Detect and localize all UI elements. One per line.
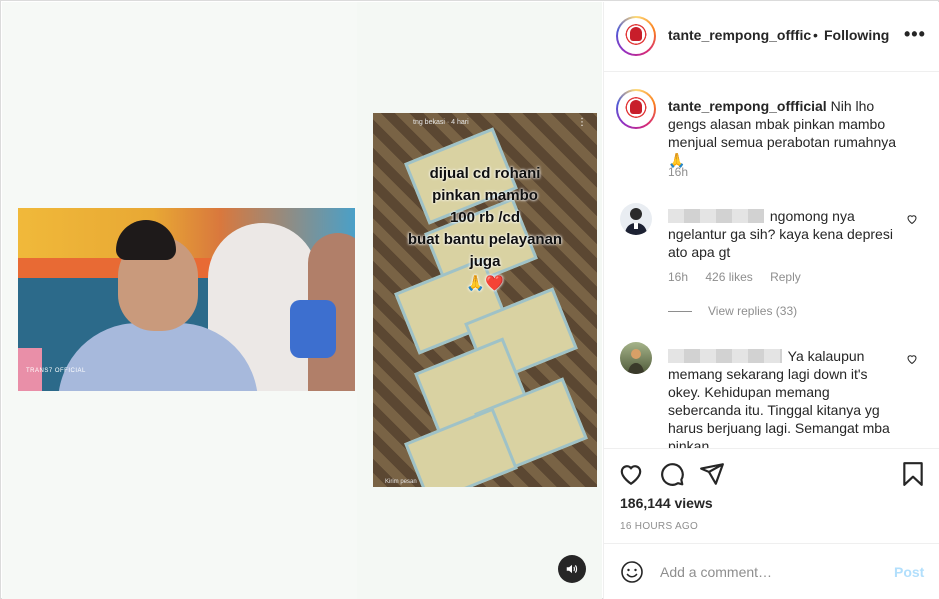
- author-avatar[interactable]: [616, 16, 656, 56]
- brand-logo-icon: [621, 21, 651, 51]
- view-replies-label: View replies (33): [708, 304, 798, 318]
- more-options-icon[interactable]: •••: [904, 24, 926, 45]
- header-separator: •: [813, 27, 818, 43]
- audio-toggle-button[interactable]: [558, 555, 586, 583]
- like-comment-icon[interactable]: [906, 213, 918, 225]
- story-line: juga: [469, 253, 501, 270]
- post-comment-button[interactable]: Post: [894, 564, 924, 580]
- story-menu-icon: ⋮: [577, 117, 587, 128]
- share-paper-plane-icon[interactable]: [699, 461, 725, 487]
- caption-username[interactable]: tante_rempong_offficial: [668, 98, 827, 114]
- blurred-username[interactable]: [668, 209, 764, 223]
- comment-meta: 16h 426 likes Reply: [668, 270, 815, 284]
- comment-reply-button[interactable]: Reply: [770, 270, 801, 284]
- post-actions: 186,144 views 16 HOURS AGO: [604, 448, 939, 542]
- post-sidebar: tante_rempong_offficial • Following ••• …: [603, 2, 939, 599]
- story-footer-text: Kirim pesan: [385, 479, 417, 485]
- replies-divider: [668, 311, 692, 313]
- comment-body: Ya kalaupun memang sekarang lagi down it…: [668, 348, 890, 448]
- caption-avatar[interactable]: [616, 89, 656, 129]
- comment-text: ngomong nya ngelantur ga sih? kaya kena …: [668, 207, 898, 261]
- brand-logo-icon: [621, 94, 651, 124]
- story-line: 🙏❤️: [466, 275, 504, 292]
- comment-likes[interactable]: 426 likes: [705, 270, 752, 284]
- view-replies-button[interactable]: View replies (33): [668, 304, 797, 318]
- following-button[interactable]: Following: [824, 27, 889, 43]
- like-comment-icon[interactable]: [906, 353, 918, 365]
- comment-time[interactable]: 16h: [668, 270, 688, 284]
- story-line: 100 rb /cd: [449, 209, 521, 226]
- speaker-icon: [566, 564, 578, 574]
- tv-screenshot-image: TRANS7 OFFICIAL: [18, 208, 355, 391]
- caption-item: tante_rempong_offficial Nih lho gengs al…: [616, 89, 930, 189]
- like-heart-icon[interactable]: [618, 461, 644, 487]
- comment-input[interactable]: [660, 562, 880, 582]
- user-avatar-icon: [625, 208, 647, 235]
- post-media[interactable]: TRANS7 OFFICIAL tng bekasi · 4 hari ⋮ di…: [2, 2, 602, 599]
- blurred-username[interactable]: [668, 349, 782, 363]
- post-modal: TRANS7 OFFICIAL tng bekasi · 4 hari ⋮ di…: [0, 0, 939, 599]
- story-line: dijual cd rohani: [429, 165, 541, 182]
- story-screenshot-image: tng bekasi · 4 hari ⋮ dijual cd rohani p…: [373, 113, 597, 487]
- story-overlay-text: dijual cd rohani pinkan mambo 100 rb /cd…: [373, 163, 597, 295]
- commenter-avatar[interactable]: [620, 342, 652, 374]
- comment-bubble-icon[interactable]: [659, 461, 685, 487]
- emoji-icon[interactable]: [620, 560, 644, 584]
- commenter-avatar[interactable]: [620, 203, 652, 235]
- story-line: pinkan mambo: [432, 187, 538, 204]
- caption-time[interactable]: 16h: [668, 165, 688, 179]
- view-count[interactable]: 186,144 views: [620, 495, 713, 511]
- post-timestamp[interactable]: 16 HOURS AGO: [620, 521, 698, 532]
- post-header: tante_rempong_offficial • Following •••: [604, 2, 939, 72]
- story-header-text: tng bekasi · 4 hari: [413, 119, 469, 126]
- comment-item: Ya kalaupun memang sekarang lagi down it…: [620, 339, 930, 448]
- story-line: buat bantu pelayanan: [407, 231, 563, 248]
- caption-text: tante_rempong_offficial Nih lho gengs al…: [668, 97, 898, 169]
- tv-channel-logo: TRANS7 OFFICIAL: [26, 368, 86, 374]
- user-avatar-icon: [628, 349, 644, 374]
- comment-text: Ya kalaupun memang sekarang lagi down it…: [668, 347, 898, 448]
- tv-blue-bag: [290, 300, 336, 358]
- comments-list[interactable]: tante_rempong_offficial Nih lho gengs al…: [604, 73, 939, 448]
- save-bookmark-icon[interactable]: [900, 461, 926, 487]
- author-username-link[interactable]: tante_rempong_offficial: [668, 27, 811, 43]
- caption-meta: 16h: [668, 165, 702, 179]
- comment-composer: Post: [604, 543, 939, 599]
